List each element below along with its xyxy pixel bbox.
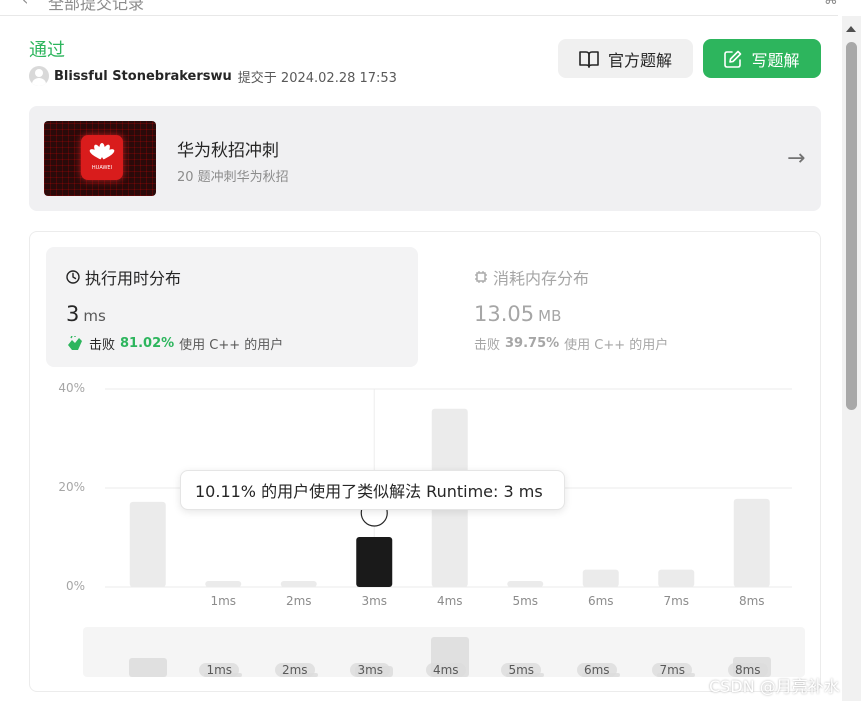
chart-tooltip: 10.11% 的用户使用了类似解法 Runtime: 3 ms bbox=[180, 470, 565, 510]
brush-tick-label: 4ms bbox=[425, 663, 466, 677]
bar[interactable] bbox=[205, 581, 242, 587]
x-tick-label: 2ms bbox=[285, 594, 312, 608]
y-tick-label: 40% bbox=[58, 381, 85, 395]
bar[interactable] bbox=[582, 569, 619, 587]
brush-bar bbox=[128, 657, 167, 677]
brush-tick-label: 1ms bbox=[199, 663, 240, 677]
x-tick-label: 7ms bbox=[663, 594, 690, 608]
x-tick-label: 3ms bbox=[361, 594, 388, 608]
bar-highlight[interactable] bbox=[356, 536, 393, 587]
x-tick-label: 1ms bbox=[210, 594, 237, 608]
brush-tick-label: 5ms bbox=[501, 663, 542, 677]
x-tick-label: 8ms bbox=[738, 594, 765, 608]
bar[interactable] bbox=[507, 581, 544, 587]
y-tick-label: 20% bbox=[58, 480, 85, 494]
x-tick-label: 4ms bbox=[436, 594, 463, 608]
brush-tick-label: 7ms bbox=[652, 663, 693, 677]
bar[interactable] bbox=[129, 501, 166, 587]
y-tick-label: 0% bbox=[65, 579, 85, 593]
watermark: CSDN @月亮补水 bbox=[709, 677, 840, 696]
brush-tick-label: 3ms bbox=[350, 663, 391, 677]
brush-tick-label: 6ms bbox=[576, 663, 617, 677]
x-tick-label: 6ms bbox=[587, 594, 614, 608]
bar[interactable] bbox=[280, 581, 317, 587]
brush-tick-label: 2ms bbox=[274, 663, 315, 677]
bar[interactable] bbox=[658, 569, 695, 587]
bar[interactable] bbox=[733, 498, 770, 587]
x-tick-label: 5ms bbox=[512, 594, 539, 608]
